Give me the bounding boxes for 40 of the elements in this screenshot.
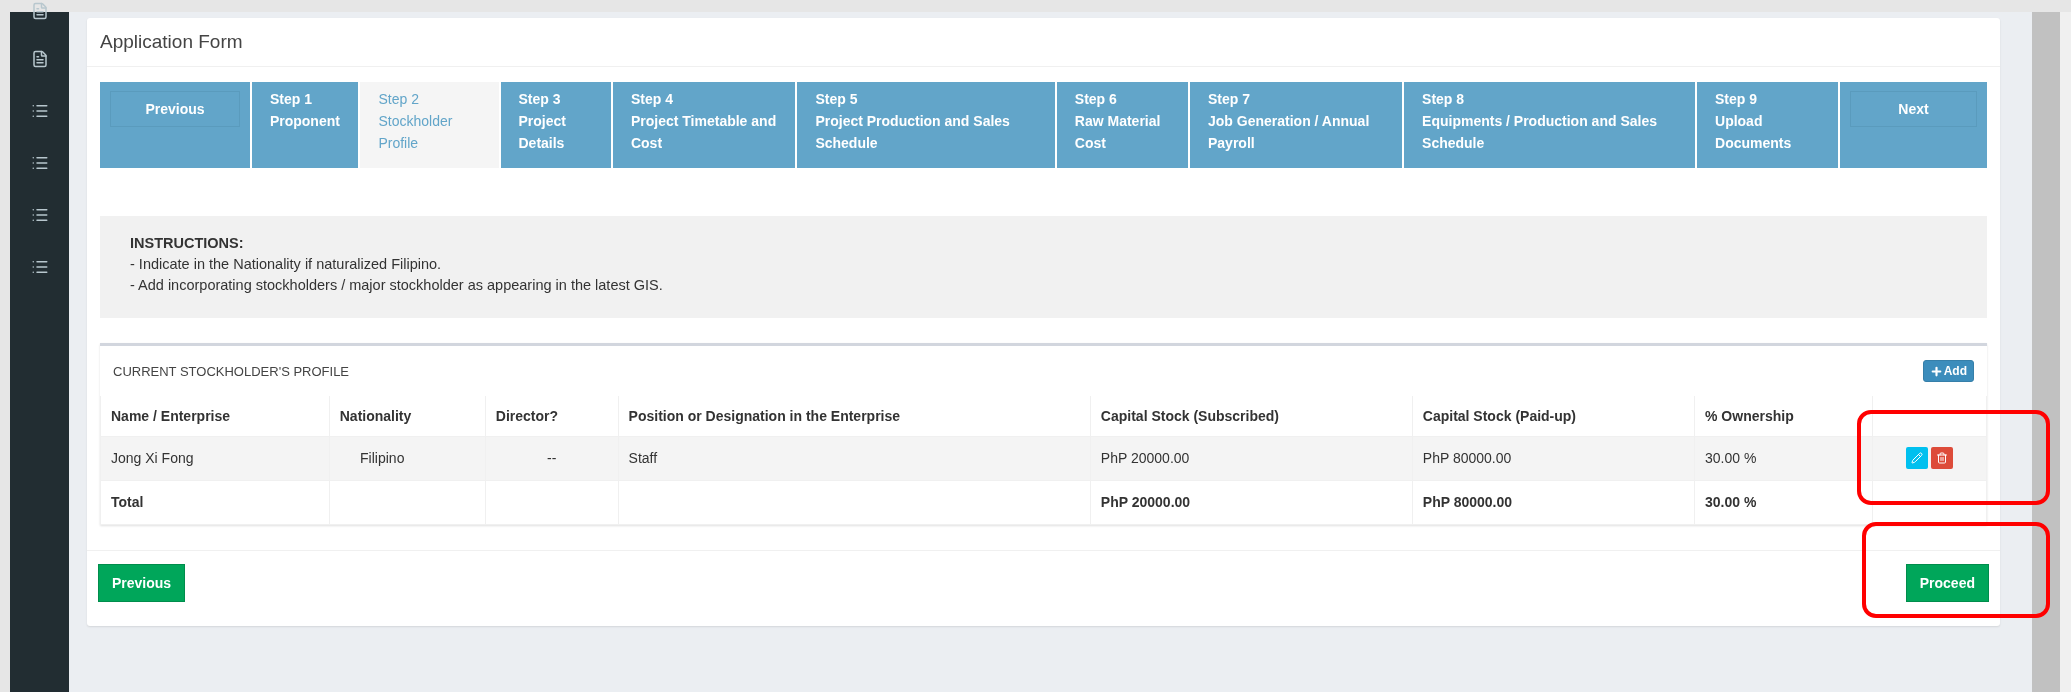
- instruction-line: - Indicate in the Nationality if naturalized Filipino.: [130, 255, 443, 274]
- column-header: Capital Stock (Paid-up): [1412, 396, 1695, 436]
- document-icon[interactable]: [30, 50, 49, 68]
- total-cell: PhP 20000.00: [1100, 494, 1191, 510]
- add-button[interactable]: Add: [1922, 360, 1974, 382]
- proceed-button[interactable]: Proceed: [1905, 563, 1989, 602]
- scrollbar[interactable]: [2032, 12, 2060, 692]
- total-cell: PhP 80000.00: [1422, 494, 1513, 510]
- delete-button[interactable]: [1931, 447, 1953, 469]
- column-header: Name / Enterprise: [100, 396, 330, 436]
- list-icon[interactable]: [30, 206, 49, 224]
- column-header: Capital Stock (Subscribed): [1090, 396, 1413, 436]
- table-cell: PhP 20000.00: [1100, 450, 1190, 466]
- column-header: Nationality: [329, 396, 486, 436]
- column-header: % Ownership: [1694, 396, 1873, 436]
- table-cell: PhP 80000.00: [1422, 450, 1512, 466]
- table-cell: Jong Xi Fong: [111, 450, 194, 466]
- list-icon[interactable]: [30, 102, 49, 120]
- plus-icon: [1929, 364, 1943, 378]
- trash-icon: [1936, 452, 1948, 464]
- total-cell: 30.00 %: [1705, 494, 1757, 510]
- previous-button[interactable]: Previous: [98, 563, 186, 602]
- pencil-icon: [1911, 452, 1923, 464]
- total-cell: Total: [111, 494, 144, 510]
- file-icon[interactable]: [30, 2, 49, 20]
- step-tab[interactable]: Step 2 Stockholder Profile: [358, 82, 499, 168]
- table-cell: 30.00 %: [1705, 450, 1757, 466]
- table-cell: Staff: [628, 450, 658, 466]
- instructions-heading: INSTRUCTIONS:: [130, 234, 245, 253]
- list-icon[interactable]: [30, 154, 49, 172]
- table-cell: Filipino: [360, 450, 405, 466]
- column-header: Position or Designation in the Enterprise: [618, 396, 1091, 436]
- card-title: Application Form: [100, 31, 243, 53]
- column-header: Director?: [485, 396, 619, 436]
- instruction-line: - Add incorporating stockholders / major stockholder as appearing in the latest GIS.: [130, 276, 664, 295]
- nav-button[interactable]: Previous: [110, 91, 240, 127]
- nav-button[interactable]: Next: [1850, 91, 1977, 127]
- list-icon[interactable]: [30, 258, 49, 276]
- table-cell: --: [547, 450, 557, 466]
- panel-title: CURRENT STOCKHOLDER'S PROFILE: [113, 363, 350, 379]
